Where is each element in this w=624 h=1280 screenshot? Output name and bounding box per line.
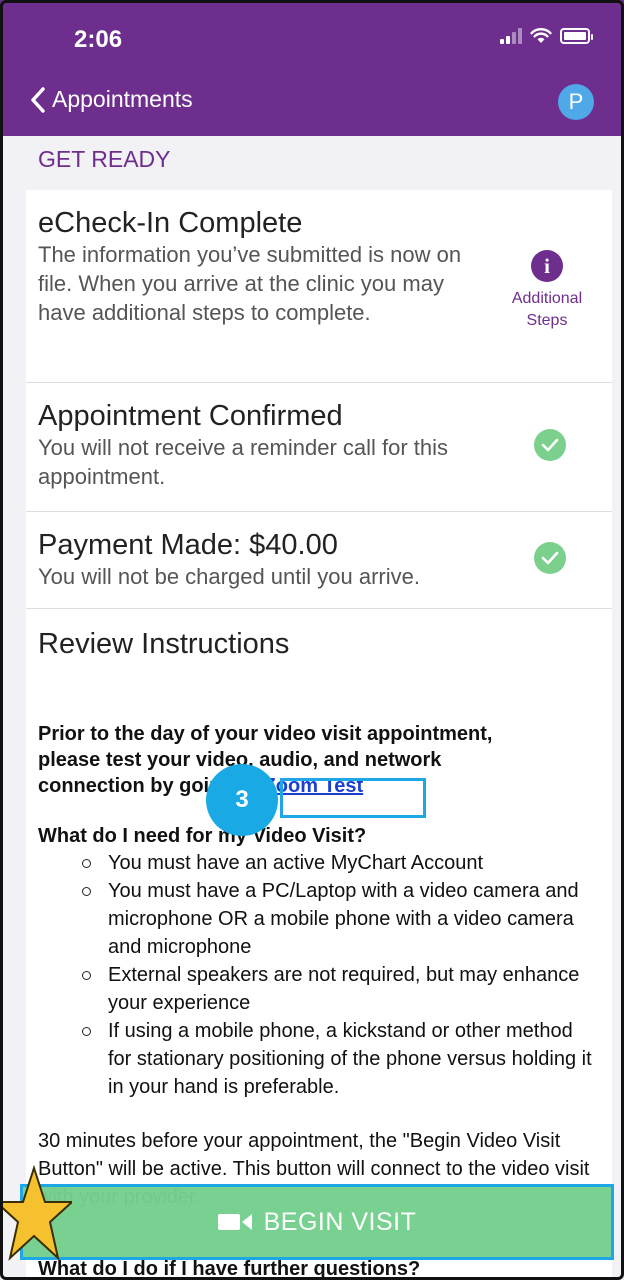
payment-title: Payment Made: $40.00 xyxy=(38,529,338,561)
confirmed-title: Appointment Confirmed xyxy=(38,400,343,432)
additional-steps-button[interactable]: i Additional Steps xyxy=(504,250,590,332)
battery-icon xyxy=(560,28,593,44)
intro-line-2: please test your video, audio, and netwo… xyxy=(38,749,442,771)
echeckin-title: eCheck-In Complete xyxy=(38,207,303,239)
top-bar: 2:06 Appointments P xyxy=(0,0,624,136)
begin-visit-button[interactable]: BEGIN VISIT xyxy=(20,1184,614,1260)
question-further: What do I do if I have further questions… xyxy=(38,1258,421,1280)
video-camera-icon xyxy=(217,1214,252,1230)
confirmed-body: You will not receive a reminder call for… xyxy=(38,435,449,489)
echeckin-body: The information you’ve submitted is now … xyxy=(38,242,462,325)
echeckin-card: eCheck-In Complete The information you’v… xyxy=(26,190,612,383)
requirements-list: You must have an active MyChart Account … xyxy=(82,849,598,1101)
payment-card: Payment Made: $40.00 You will not be cha… xyxy=(26,512,612,609)
payment-body: You will not be charged until you arrive… xyxy=(38,564,420,589)
additional-steps-label-1: Additional xyxy=(511,290,583,307)
confirmed-card: Appointment Confirmed You will not recei… xyxy=(26,383,612,512)
avatar[interactable]: P xyxy=(558,84,594,120)
question-video-visit: What do I need for my Video Visit? xyxy=(38,825,367,847)
list-item: External speakers are not required, but … xyxy=(82,961,598,1017)
info-icon: i xyxy=(531,250,563,282)
signal-icon xyxy=(500,28,522,44)
list-item: You must have an active MyChart Account xyxy=(82,849,598,877)
check-icon xyxy=(534,429,566,461)
zoom-test-highlight-box xyxy=(280,778,426,818)
status-time: 2:06 xyxy=(74,26,123,53)
intro-line-1: Prior to the day of your video visit app… xyxy=(38,723,493,745)
wifi-icon xyxy=(530,28,552,43)
chevron-left-icon xyxy=(31,86,45,113)
check-icon xyxy=(534,542,566,574)
review-card: Review Instructions Prior to the day of … xyxy=(26,609,612,1280)
review-title: Review Instructions xyxy=(38,628,290,660)
step-badge: 3 xyxy=(206,764,278,836)
back-button[interactable]: Appointments xyxy=(30,86,193,113)
section-title: GET READY xyxy=(38,146,171,172)
list-item: If using a mobile phone, a kickstand or … xyxy=(82,1017,598,1101)
status-icons xyxy=(500,28,593,44)
additional-steps-label-2: Steps xyxy=(526,312,568,329)
list-item: You must have a PC/Laptop with a video c… xyxy=(82,877,598,961)
star-icon xyxy=(0,1164,72,1261)
back-label: Appointments xyxy=(52,86,193,112)
begin-visit-label: BEGIN VISIT xyxy=(263,1207,417,1236)
